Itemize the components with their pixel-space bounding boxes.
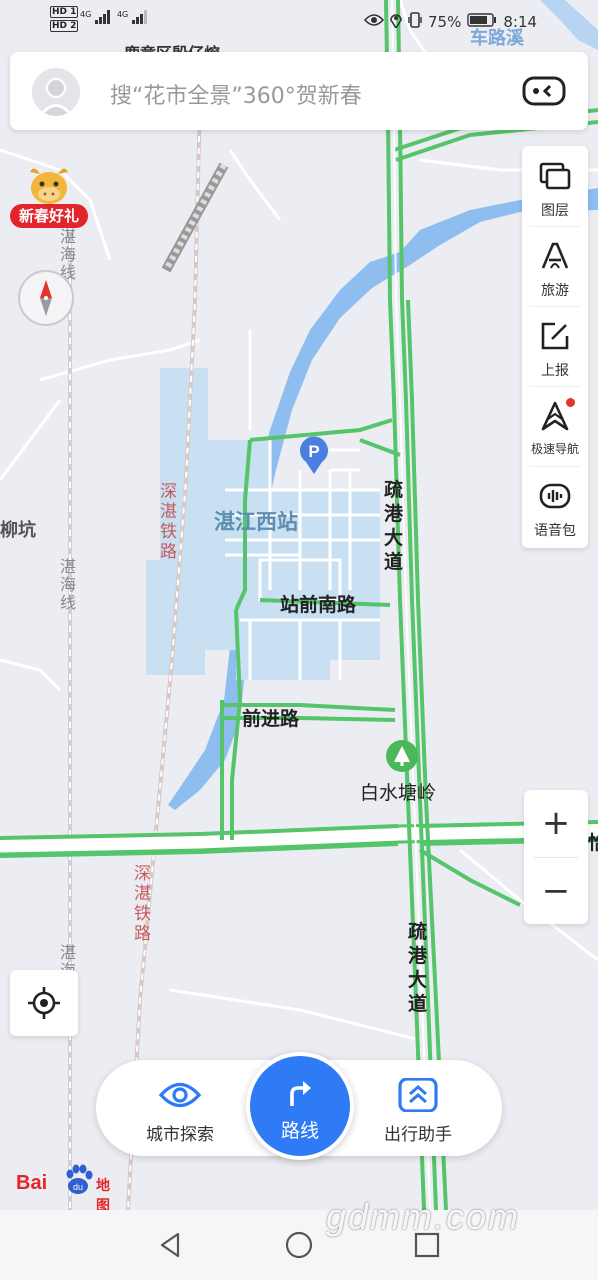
tree-landmark-icon[interactable]	[386, 740, 418, 772]
signal-bars-2-icon	[132, 10, 150, 27]
avatar[interactable]	[32, 68, 80, 116]
eye-icon	[158, 1078, 202, 1112]
search-bar[interactable]: 搜“花市全景”360°贺新春	[10, 52, 588, 130]
voice-assistant-icon[interactable]	[522, 76, 566, 106]
map-label-zhanjiang-west[interactable]: 湛江西站	[214, 506, 298, 536]
travel-assistant-button[interactable]: 出行助手	[358, 1077, 478, 1145]
zoom-in-button[interactable]: +	[524, 790, 588, 856]
baidu-map-logo: Bai du 地图	[16, 1160, 116, 1214]
map-label-qianjin: 前进路	[242, 708, 300, 730]
back-icon[interactable]	[156, 1230, 186, 1260]
route-button[interactable]: 路线	[246, 1052, 354, 1160]
map-label-zhanhai-2: 湛海线	[60, 557, 77, 612]
voice-pack-label: 语音包	[534, 523, 576, 539]
logo-bai: Bai	[16, 1172, 48, 1194]
hd2-indicator: HD 2	[50, 20, 79, 32]
layers-icon	[539, 160, 571, 192]
battery-icon	[467, 13, 497, 31]
voice-icon	[539, 480, 571, 512]
zoom-controls: + −	[524, 790, 588, 924]
map-toolbar: 图层 旅游 上报 极速导航 语音包	[522, 146, 588, 548]
city-explore-button[interactable]: 城市探索	[120, 1078, 240, 1145]
assistant-icon	[396, 1077, 440, 1113]
map-label-shenzhan-2: 深湛铁路	[134, 864, 151, 944]
fast-nav-label: 极速导航	[530, 442, 579, 456]
home-icon[interactable]	[284, 1230, 314, 1260]
signal-indicators: 4G 4G	[80, 10, 150, 27]
eye-comfort-icon	[363, 13, 385, 31]
layers-button[interactable]: 图层	[522, 146, 588, 226]
status-bar: HD 1 HD 2 4G 4G 75% 8:14	[0, 0, 598, 44]
report-icon	[539, 320, 571, 352]
map-label-zhanqian-south: 站前南路	[280, 594, 357, 616]
travel-button[interactable]: 旅游	[522, 226, 588, 306]
route-arrow-icon	[284, 1076, 316, 1108]
locate-button[interactable]	[10, 970, 78, 1036]
location-icon	[390, 12, 402, 32]
clock: 8:14	[503, 13, 538, 31]
fast-nav-button[interactable]: 极速导航	[522, 386, 588, 466]
map-label-shugang-2: 疏港大道	[408, 921, 428, 1015]
compass-icon[interactable]	[18, 270, 74, 326]
layers-label: 图层	[541, 203, 569, 219]
travel-label: 旅游	[541, 283, 569, 299]
ox-mascot-icon	[24, 164, 74, 208]
report-button[interactable]: 上报	[522, 306, 588, 386]
map-label-shugang-1: 疏港大道	[384, 479, 404, 573]
locate-icon	[28, 987, 60, 1019]
notification-dot	[566, 398, 575, 407]
watermark: gdmm.com	[326, 1196, 521, 1237]
parking-icon[interactable]: P	[298, 434, 330, 474]
search-placeholder[interactable]: 搜“花市全景”360°贺新春	[110, 78, 362, 110]
svg-text:du: du	[73, 1182, 83, 1192]
hd-indicators: HD 1 HD 2	[50, 6, 79, 32]
logo-ditu: 地图	[96, 1178, 110, 1214]
city-explore-label: 城市探索	[146, 1125, 214, 1145]
svg-text:P: P	[308, 442, 319, 461]
map-label-right-edge: 怡	[588, 832, 598, 854]
status-icons-right: 75% 8:14	[363, 12, 538, 32]
new-year-promo[interactable]: 新春好礼	[10, 164, 88, 234]
travel-assistant-label: 出行助手	[384, 1125, 452, 1145]
route-label: 路线	[280, 1120, 319, 1142]
map-label-liukeng: 柳坑	[0, 520, 36, 541]
report-label: 上报	[541, 363, 569, 379]
vibrate-icon	[408, 12, 422, 32]
zoom-out-button[interactable]: −	[524, 858, 588, 924]
network1-label: 4G	[80, 10, 92, 19]
network2-label: 4G	[116, 10, 129, 19]
map-label-baishui: 白水塘岭	[360, 782, 437, 804]
battery-percent: 75%	[428, 13, 462, 31]
signal-bars-1-icon	[95, 10, 117, 27]
baidu-paw-icon: du	[62, 1164, 94, 1196]
travel-icon	[539, 240, 571, 272]
map-label-shenzhan-1: 深湛铁路	[160, 482, 177, 562]
voice-pack-button[interactable]: 语音包	[522, 466, 588, 546]
promo-label[interactable]: 新春好礼	[10, 204, 88, 228]
hd1-indicator: HD 1	[50, 6, 79, 18]
